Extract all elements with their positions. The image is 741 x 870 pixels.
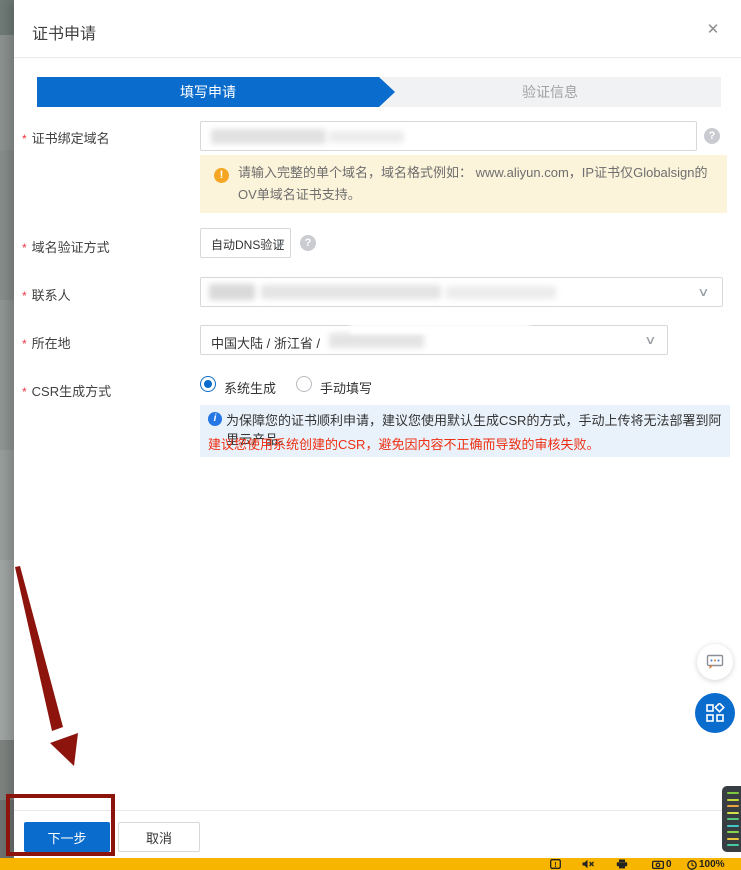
location-value: 中国大陆 / 浙江省 / (211, 333, 320, 352)
contact-redacted-value (261, 285, 441, 299)
camera-icon (652, 860, 664, 869)
csr-system-radio-label[interactable]: 系统生成 (224, 378, 276, 397)
location-redacted-value (329, 333, 424, 348)
chat-bubble-icon (706, 654, 724, 670)
step-verify-info-label: 验证信息 (522, 82, 578, 102)
required-marker: * (22, 132, 27, 146)
dialog-title: 证书申请 (32, 20, 96, 44)
domain-input-redacted-value (329, 131, 404, 143)
domain-field-label: * 证书绑定域名 (22, 128, 110, 147)
verify-method-label: * 域名验证方式 (22, 237, 110, 256)
verify-method-help-icon[interactable]: ? (300, 235, 316, 251)
background-segment (0, 150, 14, 300)
background-segment (0, 0, 14, 35)
apps-launcher-button[interactable] (695, 693, 735, 733)
location-label-text: 所在地 (32, 336, 71, 351)
zoom-value: 100% (699, 859, 725, 870)
step-fill-application: 填写申请 (37, 77, 395, 107)
blur-smudge (350, 316, 530, 334)
info-icon: i (208, 412, 222, 426)
contact-select[interactable]: ∨ (200, 277, 723, 307)
warning-icon: ! (214, 168, 229, 183)
background-segment (0, 560, 14, 740)
domain-input[interactable] (200, 121, 697, 151)
contact-redacted-value (209, 284, 255, 300)
csr-system-radio[interactable] (200, 376, 216, 392)
required-marker: * (22, 385, 27, 399)
csr-manual-radio-label[interactable]: 手动填写 (320, 378, 372, 397)
verify-method-label-text: 域名验证方式 (32, 240, 110, 255)
domain-format-notice-text: 请输入完整的单个域名，域名格式例如： www.aliyun.com，IP证书仅G… (238, 162, 716, 206)
required-marker: * (22, 337, 27, 351)
clock-icon (687, 860, 697, 870)
location-label: * 所在地 (22, 333, 71, 352)
csr-manual-radio[interactable] (296, 376, 312, 392)
cancel-button[interactable]: 取消 (118, 822, 200, 852)
next-step-button[interactable]: 下一步 (24, 822, 110, 852)
printer-icon[interactable] (616, 859, 628, 869)
page: 证书申请 ✕ 验证信息 填写申请 * 证书绑定域名 ? ! 请输入完整的单个域名，… (0, 0, 741, 870)
step-wizard: 验证信息 填写申请 (37, 77, 721, 107)
csr-method-label: * CSR生成方式 (22, 381, 111, 400)
verify-method-select[interactable]: 自动DNS验证 ∨ (200, 228, 291, 258)
required-marker: * (22, 241, 27, 255)
step-verify-info: 验证信息 (379, 77, 721, 107)
header-divider (14, 57, 741, 58)
zoom-level[interactable]: 100% (687, 859, 725, 870)
camera-counter[interactable]: 0 (652, 859, 672, 870)
domain-field-label-text: 证书绑定域名 (32, 131, 110, 146)
contact-redacted-value (446, 286, 556, 299)
apps-grid-icon (705, 703, 725, 723)
step-fill-application-label: 填写申请 (180, 82, 236, 102)
contact-label-text: 联系人 (32, 288, 71, 303)
background-segment (0, 450, 14, 560)
mute-speaker-icon[interactable] (582, 859, 595, 869)
edge-widget-partial[interactable] (722, 786, 741, 852)
status-bar: ! 0 100% (0, 858, 741, 870)
background-page-strip (0, 0, 14, 858)
required-marker: * (22, 289, 27, 303)
close-icon[interactable]: ✕ (703, 20, 723, 38)
svg-text:!: ! (554, 862, 556, 869)
background-segment (0, 35, 14, 150)
chevron-down-icon: ∨ (274, 236, 286, 250)
domain-input-redacted-value (211, 129, 326, 144)
feedback-chat-button[interactable] (697, 644, 733, 680)
domain-format-notice: ! 请输入完整的单个域名，域名格式例如： www.aliyun.com，IP证书… (200, 155, 727, 213)
card-icon[interactable]: ! (550, 859, 561, 869)
csr-notice-line2: 建议您使用系统创建的CSR，避免因内容不正确而导致的审核失败。 (208, 434, 724, 453)
chevron-down-icon: ∨ (697, 285, 709, 299)
csr-notice: i 为保障您的证书顺利申请，建议您使用默认生成CSR的方式，手动上传将无法部署到… (200, 405, 730, 457)
background-segment (0, 800, 14, 858)
chevron-down-icon: ∨ (644, 333, 656, 347)
contact-label: * 联系人 (22, 285, 71, 304)
background-segment (0, 300, 14, 450)
background-segment (0, 740, 14, 800)
footer-divider (14, 810, 741, 811)
csr-method-label-text: CSR生成方式 (32, 384, 111, 399)
domain-help-icon[interactable]: ? (704, 128, 720, 144)
counter-value: 0 (666, 859, 672, 870)
